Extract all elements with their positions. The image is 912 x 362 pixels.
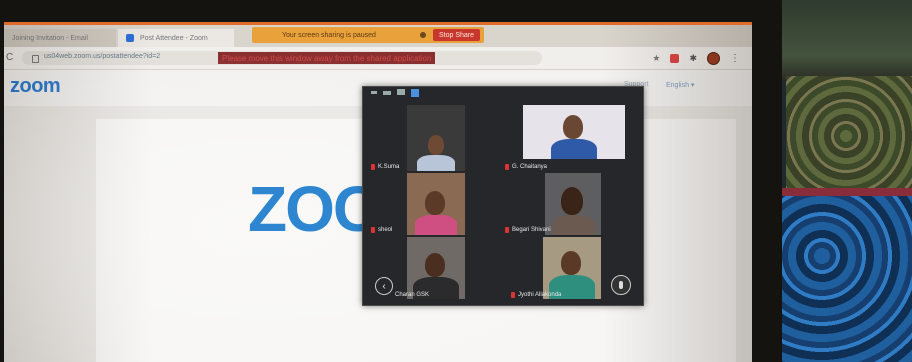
tab-post-attendee[interactable]: Post Attendee - Zoom (118, 29, 234, 47)
participant-name: sheol (378, 227, 393, 233)
tab-bar: Joining Invitation - Email Post Attendee… (4, 25, 752, 47)
participant-video (417, 155, 455, 171)
stop-share-button[interactable]: Stop Share (432, 29, 480, 41)
gallery-controls (363, 87, 643, 101)
mic-muted-icon (371, 164, 375, 170)
speaker-view-icon[interactable] (411, 89, 419, 97)
participant-label: Jyothi Allakonda (511, 292, 561, 298)
zoom-gallery-window: K.Suma G. Chaitanya sheol Begari Shivani… (362, 86, 644, 306)
lock-icon (32, 55, 39, 63)
participant-name: G. Chaitanya (512, 164, 548, 170)
profile-avatar[interactable] (707, 52, 720, 65)
back-icon[interactable]: ‹ (375, 277, 393, 295)
participant-name: Charan GSK (395, 292, 430, 298)
participant-tile[interactable] (545, 173, 601, 235)
participant-label: G. Chaitanya (505, 164, 547, 170)
reload-icon[interactable]: C (6, 52, 13, 63)
menu-icon[interactable]: ⋮ (730, 53, 740, 64)
participant-video (425, 191, 445, 215)
participant-name: Jyothi Allakonda (518, 292, 562, 298)
participant-label: Begari Shivani (505, 227, 551, 233)
star-icon[interactable]: ★ (652, 53, 660, 64)
zoom-big-logo: ZOO (248, 173, 383, 245)
pause-icon (420, 32, 426, 38)
participant-tile[interactable] (543, 237, 601, 299)
participant-video (553, 215, 595, 235)
participant-tile[interactable] (523, 105, 625, 159)
mic-muted-icon (505, 227, 509, 233)
participant-tile[interactable] (407, 237, 465, 299)
address-bar: C us04web.zoom.us/postattendee?id=2 Plea… (4, 47, 752, 70)
tab-label: Joining Invitation - Email (12, 34, 88, 42)
microphone-button[interactable] (611, 275, 631, 295)
participant-video (428, 135, 444, 155)
background-fabric (782, 0, 912, 362)
participant-label: sheol (371, 227, 392, 233)
tab-label: Post Attendee - Zoom (140, 34, 208, 42)
mic-muted-icon (505, 164, 509, 170)
browser-toolbar-icons: ★ ✱ ⋮ (652, 52, 740, 65)
zoom-favicon-icon (126, 34, 134, 42)
share-status-text: Your screen sharing is paused (282, 31, 376, 39)
zoom-logo[interactable]: zoom (10, 75, 61, 98)
photo: Joining Invitation - Email Post Attendee… (0, 0, 912, 362)
participant-video (551, 139, 597, 159)
fabric-pattern-blue (782, 196, 912, 362)
participant-video (563, 115, 583, 139)
participant-name: Begari Shivani (512, 227, 551, 233)
screen-share-bar: Your screen sharing is paused Stop Share (252, 27, 484, 43)
participant-label: K.Suma (371, 164, 399, 170)
share-warning: Please move this window away from the sh… (218, 52, 436, 64)
participant-label: Charan GSK (395, 292, 429, 298)
tab-invitation[interactable]: Joining Invitation - Email (4, 29, 116, 47)
puzzle-icon[interactable]: ✱ (689, 53, 697, 64)
extension-icon[interactable] (670, 54, 680, 63)
participant-video (415, 215, 457, 235)
fabric-top (782, 0, 912, 80)
language-select[interactable]: English ▾ (666, 81, 694, 89)
participant-tile[interactable] (407, 173, 465, 235)
fabric-pattern-green (786, 76, 912, 206)
participant-video (561, 251, 581, 275)
participant-video (425, 253, 445, 277)
grid-view-icon[interactable] (397, 89, 405, 95)
url-text: us04web.zoom.us/postattendee?id=2 (44, 53, 161, 60)
view-icon[interactable] (383, 91, 391, 95)
minimize-icon[interactable] (371, 91, 377, 94)
mic-muted-icon (371, 227, 375, 233)
participant-tile[interactable] (407, 105, 465, 171)
mic-muted-icon (511, 292, 515, 298)
participant-name: K.Suma (378, 164, 400, 170)
participant-video (561, 187, 583, 215)
url-field[interactable]: us04web.zoom.us/postattendee?id=2 Please… (22, 51, 542, 65)
